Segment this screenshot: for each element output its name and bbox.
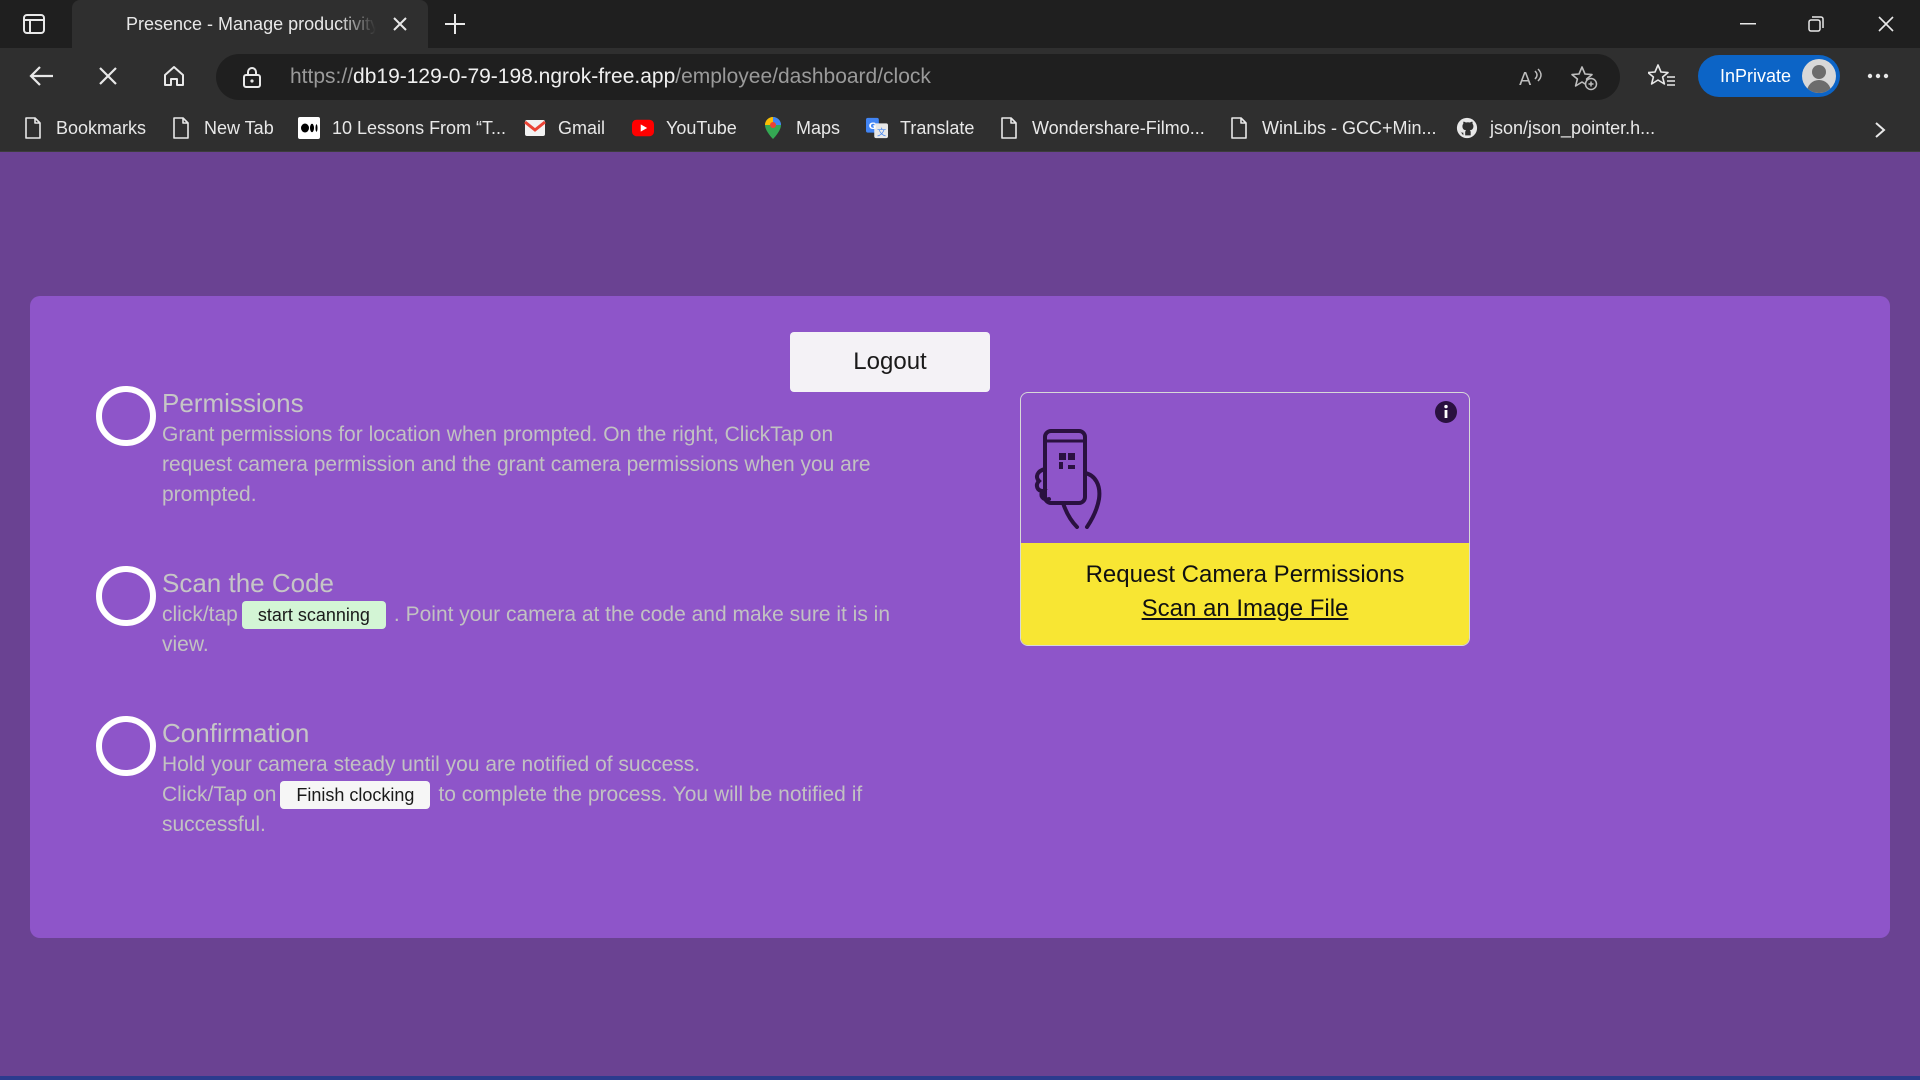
bookmark-label: 10 Lessons From “T...: [332, 117, 507, 138]
page-bottom-strip: [0, 1076, 1920, 1080]
read-aloud-icon[interactable]: A: [1518, 64, 1546, 92]
tab-title: Presence - Manage productivity with ease: [126, 14, 376, 34]
request-camera-permissions-button[interactable]: Request Camera Permissions: [1021, 561, 1469, 589]
logout-button[interactable]: Logout: [790, 332, 990, 392]
finish-clocking-button[interactable]: Finish clocking: [280, 781, 431, 810]
bookmark-label: Translate: [900, 117, 975, 138]
home-icon[interactable]: [154, 58, 194, 94]
bookmark-item-new-tab[interactable]: New Tab: [170, 114, 274, 142]
step-text-before: Click/Tap on: [162, 783, 277, 806]
youtube-icon: [632, 116, 654, 140]
bookmark-label: Bookmarks: [56, 117, 147, 138]
inprivate-label: InPrivate: [1720, 66, 1792, 86]
more-options-icon[interactable]: [1858, 58, 1898, 94]
step-title: Scan the Code: [162, 568, 335, 598]
bookmark-item-translate[interactable]: G文 Translate: [866, 114, 974, 142]
bookmark-item-maps[interactable]: Maps: [762, 114, 840, 142]
bookmark-item-gmail[interactable]: Gmail: [524, 114, 605, 142]
clock-card: Logout Permissions Grant permissions for…: [30, 296, 1890, 938]
bookmark-label: Gmail: [558, 117, 606, 138]
medium-icon: [298, 116, 320, 140]
url-scheme: https://: [290, 65, 354, 88]
close-window-icon[interactable]: [1866, 8, 1906, 40]
github-icon: [1456, 116, 1478, 140]
new-tab-icon[interactable]: [440, 10, 470, 38]
scanner-controls: Request Camera Permissions Scan an Image…: [1021, 543, 1469, 645]
qr-scanner: Request Camera Permissions Scan an Image…: [1020, 392, 1470, 646]
info-icon[interactable]: [1433, 399, 1459, 425]
bookmark-item-winlibs[interactable]: WinLibs - GCC+Min...: [1228, 114, 1437, 142]
step-text: Hold your camera steady until you are no…: [162, 750, 902, 840]
step-permissions: Permissions Grant permissions for locati…: [96, 386, 916, 516]
bookmark-item-json-pointer[interactable]: json/json_pointer.h...: [1456, 114, 1655, 142]
step-text-line1: Hold your camera steady until you are no…: [162, 753, 701, 776]
avatar: [1802, 59, 1836, 93]
bookmark-label: Maps: [796, 117, 841, 138]
bookmark-item-wondershare[interactable]: Wondershare-Filmo...: [998, 114, 1205, 142]
tab-close-icon[interactable]: [388, 12, 412, 36]
start-scanning-button[interactable]: start scanning: [241, 601, 386, 630]
scanner-preview: [1021, 393, 1469, 543]
stop-loading-icon[interactable]: [88, 58, 128, 94]
page-icon: [22, 116, 44, 140]
browser-tab[interactable]: Presence - Manage productivity with ease: [72, 0, 428, 48]
url-path: /employee/dashboard/clock: [675, 65, 931, 88]
url-host: db19-129-0-79-198.ngrok-free.app: [353, 65, 676, 88]
url-text[interactable]: https://db19-129-0-79-198.ngrok-free.app…: [290, 65, 931, 89]
minimize-icon[interactable]: [1728, 8, 1768, 40]
gmail-icon: [524, 116, 546, 140]
step-title: Confirmation: [162, 718, 310, 748]
page-icon: [1228, 116, 1250, 140]
lock-icon[interactable]: [240, 65, 264, 89]
bookmark-label: YouTube: [666, 117, 737, 138]
favorites-icon[interactable]: [1642, 58, 1682, 94]
step-text: click/tap start scanning. Point your came…: [162, 600, 902, 660]
bookmark-label: WinLibs - GCC+Min...: [1262, 117, 1437, 138]
svg-text:G: G: [869, 121, 877, 132]
add-favorite-icon[interactable]: [1570, 64, 1598, 92]
back-icon[interactable]: [22, 58, 62, 94]
browser-titlebar: Presence - Manage productivity with ease: [0, 0, 1920, 48]
svg-text:文: 文: [877, 126, 886, 138]
step-text-before: click/tap: [162, 603, 238, 626]
maps-icon: [762, 116, 784, 140]
bookmark-label: json/json_pointer.h...: [1490, 117, 1656, 138]
step-scan-code: Scan the Code click/tap start scanning. P…: [96, 566, 916, 666]
chevron-right-icon[interactable]: [1868, 118, 1892, 142]
step-title: Permissions: [162, 388, 304, 418]
address-bar[interactable]: https://db19-129-0-79-198.ngrok-free.app…: [216, 54, 1620, 100]
tab-actions-icon[interactable]: [20, 12, 48, 36]
step-confirmation: Confirmation Hold your camera steady unt…: [96, 716, 916, 846]
svg-text:A: A: [1519, 69, 1532, 89]
page-icon: [170, 116, 192, 140]
page-icon: [998, 116, 1020, 140]
scan-image-file-link[interactable]: Scan an Image File: [1142, 595, 1349, 623]
phone-scan-icon: [1034, 429, 1102, 529]
step-circle-icon: [96, 716, 156, 776]
inprivate-button[interactable]: InPrivate: [1698, 55, 1840, 97]
translate-icon: G文: [866, 116, 888, 140]
bookmark-label: Wondershare-Filmo...: [1032, 117, 1205, 138]
step-circle-icon: [96, 566, 156, 626]
bookmarks-bar: Bookmarks New Tab 10 Lessons From “T... …: [0, 104, 1920, 152]
step-circle-icon: [96, 386, 156, 446]
bookmark-item-bookmarks[interactable]: Bookmarks: [22, 114, 146, 142]
restore-icon[interactable]: [1796, 8, 1836, 40]
bookmark-item-medium[interactable]: 10 Lessons From “T...: [298, 114, 506, 142]
step-text: Grant permissions for location when prom…: [162, 423, 871, 506]
browser-navbar: https://db19-129-0-79-198.ngrok-free.app…: [0, 48, 1920, 104]
bookmark-label: New Tab: [204, 117, 274, 138]
bookmark-item-youtube[interactable]: YouTube: [632, 114, 737, 142]
